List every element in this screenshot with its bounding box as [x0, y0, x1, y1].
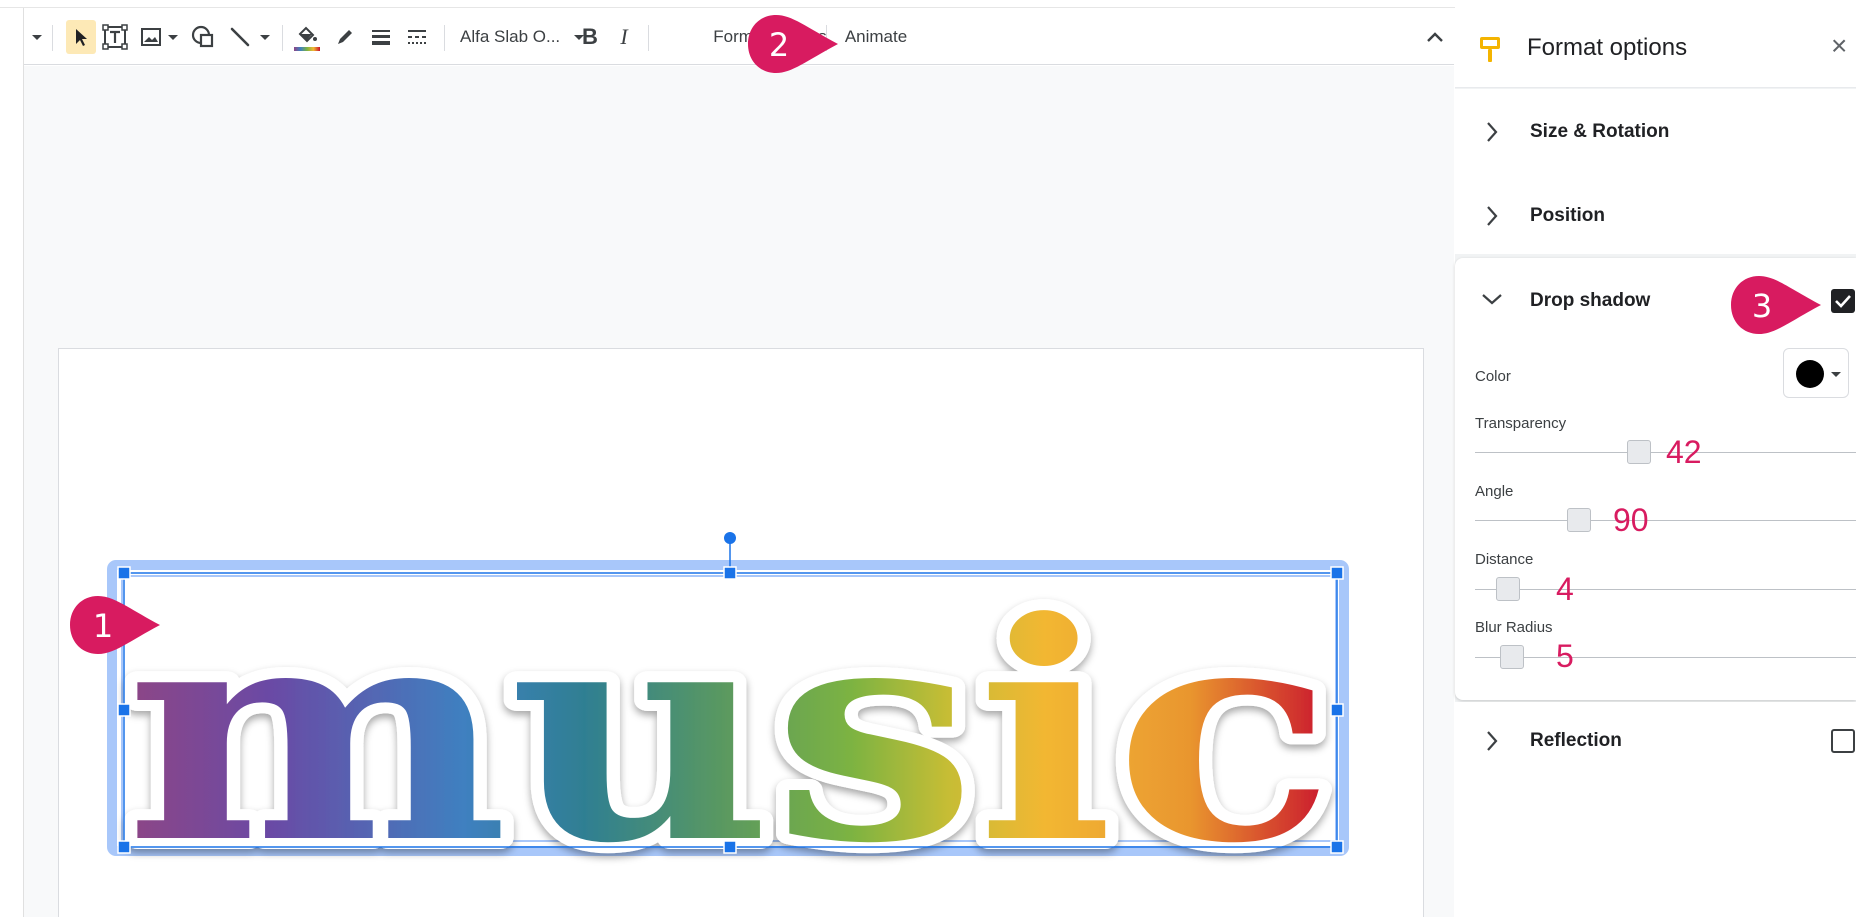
callout-step-2: 2: [748, 15, 838, 73]
callout-step-1: 1: [70, 596, 160, 654]
transparency-value: 42: [1666, 434, 1702, 470]
toolbar-divider: [648, 25, 649, 51]
animate-button[interactable]: Animate: [836, 20, 916, 54]
paint-roller-icon: [1480, 37, 1500, 62]
distance-slider[interactable]: [1475, 589, 1856, 590]
angle-slider[interactable]: [1475, 520, 1856, 521]
transparency-slider-thumb[interactable]: [1627, 440, 1651, 464]
toolbar: Alfa Slab O... B I Format options Animat…: [24, 9, 1454, 65]
angle-slider-thumb[interactable]: [1567, 508, 1591, 532]
angle-label: Angle: [1475, 483, 1514, 500]
resize-handle-w[interactable]: [117, 703, 131, 717]
section-label: Drop shadow: [1530, 290, 1651, 311]
chevron-right-icon: [1487, 206, 1498, 226]
rotation-handle[interactable]: [724, 532, 736, 544]
distance-value: 4: [1556, 571, 1574, 607]
border-color-icon[interactable]: [330, 20, 360, 54]
resize-handle-n[interactable]: [723, 566, 737, 580]
color-swatch: [1796, 360, 1824, 388]
fill-color-icon[interactable]: [292, 20, 322, 54]
resize-handle-s[interactable]: [723, 840, 737, 854]
toolbar-divider: [444, 25, 445, 51]
resize-handle-sw[interactable]: [117, 840, 131, 854]
resize-handle-e[interactable]: [1330, 703, 1344, 717]
bold-button[interactable]: B: [576, 20, 604, 54]
callout-number: 1: [93, 607, 113, 645]
callout-step-3: 3: [1731, 276, 1821, 334]
section-reflection[interactable]: Reflection: [1455, 702, 1856, 786]
toolbar-divider: [282, 25, 283, 51]
resize-handle-ne[interactable]: [1330, 566, 1344, 580]
resize-handle-nw[interactable]: [117, 566, 131, 580]
section-label: Position: [1530, 205, 1605, 226]
filmstrip-edge: [0, 8, 24, 917]
border-dash-icon[interactable]: [402, 20, 432, 54]
blur-radius-label: Blur Radius: [1475, 619, 1553, 636]
distance-label: Distance: [1475, 551, 1534, 568]
image-icon[interactable]: [136, 20, 182, 54]
chevron-down-icon: [1482, 294, 1502, 305]
lower-sections: Reflection: [1455, 702, 1856, 917]
italic-button[interactable]: I: [610, 20, 638, 54]
font-family-dropdown[interactable]: Alfa Slab O...: [460, 20, 585, 54]
section-label: Size & Rotation: [1530, 121, 1670, 142]
app-window: Alfa Slab O... B I Format options Animat…: [0, 0, 1856, 917]
close-icon[interactable]: ×: [1831, 30, 1847, 62]
section-position[interactable]: Position: [1455, 173, 1856, 257]
distance-slider-thumb[interactable]: [1496, 577, 1520, 601]
callout-number: 3: [1752, 287, 1772, 325]
blur-radius-slider-thumb[interactable]: [1500, 645, 1524, 669]
line-icon[interactable]: [224, 20, 274, 54]
section-size-rotation[interactable]: Size & Rotation: [1455, 89, 1856, 173]
chevron-right-icon: [1487, 122, 1498, 142]
angle-value: 90: [1613, 502, 1649, 538]
border-weight-icon[interactable]: [366, 20, 396, 54]
drop-shadow-checkbox[interactable]: [1831, 289, 1855, 313]
format-options-panel: Format options × Size & Rotation Positio…: [1455, 0, 1856, 917]
collapsed-sections: Size & Rotation Position: [1455, 89, 1856, 254]
callout-number: 2: [769, 26, 789, 64]
checkmark-icon: [1835, 295, 1851, 308]
chevron-down-icon: [1831, 372, 1841, 377]
menu-caret-icon[interactable]: [28, 20, 46, 54]
toolbar-divider: [52, 25, 53, 51]
collapse-chevron-icon[interactable]: [1420, 20, 1450, 54]
section-label: Reflection: [1530, 730, 1622, 751]
text-box-icon[interactable]: [100, 20, 130, 54]
shadow-color-picker[interactable]: [1783, 348, 1849, 398]
shape-icon[interactable]: [188, 20, 218, 54]
select-arrow-icon[interactable]: [66, 20, 96, 54]
panel-title: Format options: [1527, 34, 1688, 61]
font-family-label: Alfa Slab O...: [460, 27, 561, 46]
chevron-right-icon: [1487, 731, 1498, 751]
resize-handle-se[interactable]: [1330, 840, 1344, 854]
reflection-checkbox[interactable]: [1831, 729, 1855, 753]
wordart-selection[interactable]: music: [100, 530, 1370, 866]
panel-header: Format options ×: [1455, 0, 1856, 88]
wordart-text[interactable]: music: [114, 545, 1346, 866]
transparency-label: Transparency: [1475, 415, 1567, 432]
blur-radius-slider[interactable]: [1475, 657, 1856, 658]
color-label: Color: [1475, 368, 1511, 385]
blur-radius-value: 5: [1556, 638, 1574, 674]
